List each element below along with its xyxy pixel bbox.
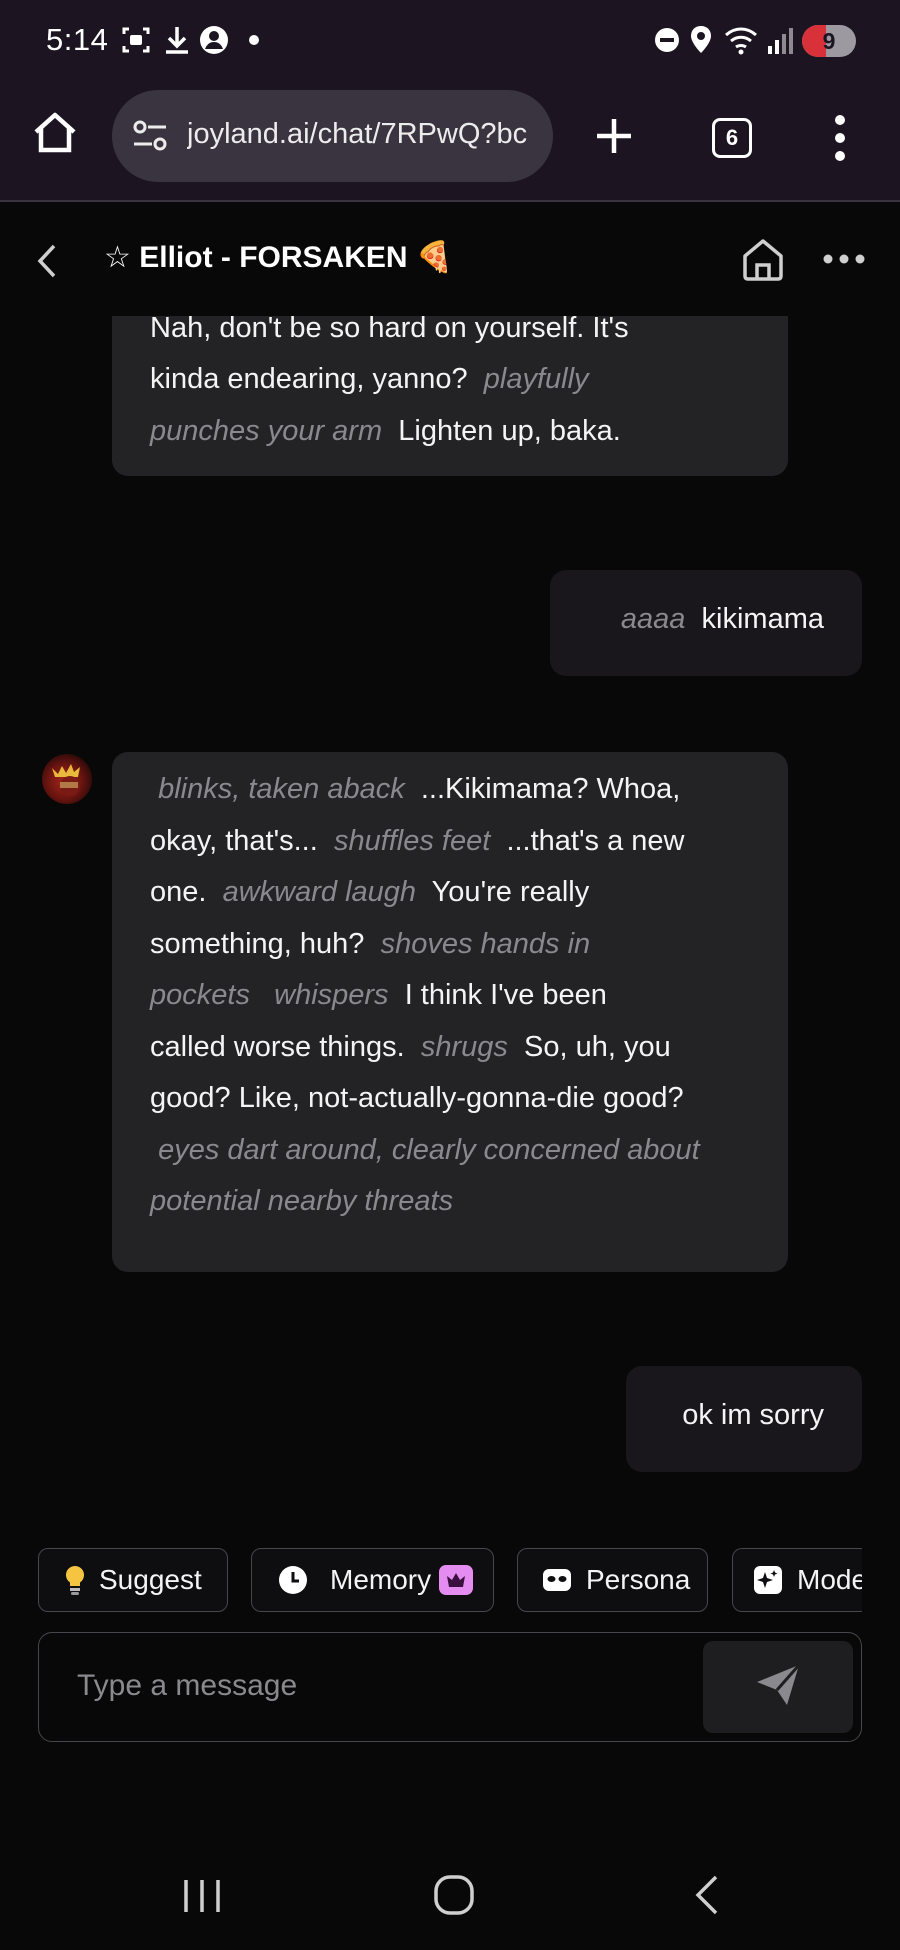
browser-toolbar: joyland.ai/chat/7RPwQ?bc 6: [0, 82, 900, 202]
message-line: pockets whispers I think I've been: [150, 970, 607, 1022]
message-action: playfully: [483, 363, 589, 395]
message-text: So, uh, you: [523, 1031, 671, 1063]
message-action: potential nearby threats: [150, 1185, 454, 1217]
message-line: punches your arm Lighten up, baka.: [150, 406, 621, 458]
tab-switcher-button[interactable]: 6: [712, 118, 752, 158]
send-button[interactable]: [703, 1641, 853, 1733]
clock-icon: [278, 1565, 308, 1595]
back-nav-icon[interactable]: [690, 1874, 724, 1921]
persona-label: Persona: [586, 1564, 691, 1595]
signal-icon: [766, 22, 794, 58]
message-line: called worse things. shrugs So, uh, you: [150, 1022, 671, 1074]
browser-menu-icon[interactable]: [830, 114, 850, 167]
url-text: joyland.ai/chat/7RPwQ?bc: [187, 118, 528, 150]
memory-button[interactable]: Memory: [251, 1548, 494, 1612]
bot-message: blinks, taken aback ...Kikimama? Whoa, o…: [112, 752, 788, 1272]
message-line: okay, that's... shuffles feet ...that's …: [150, 816, 684, 868]
battery-level-text: 9: [822, 28, 836, 54]
chat-messages[interactable]: Nah, don't be so hard on yourself. It's …: [0, 316, 900, 1536]
recent-apps-icon[interactable]: [182, 1876, 222, 1921]
address-bar[interactable]: joyland.ai/chat/7RPwQ?bc: [112, 90, 553, 182]
character-avatar[interactable]: [42, 754, 92, 804]
download-icon: [162, 22, 192, 58]
message-line: kinda endearing, yanno? playfully: [150, 354, 589, 406]
message-line: aaaa kikimama: [621, 603, 824, 636]
notification-dot-icon: [248, 22, 260, 58]
screenshot-icon: [120, 22, 152, 58]
message-action: aaaa: [620, 603, 686, 635]
bot-message: Nah, don't be so hard on yourself. It's …: [112, 316, 788, 476]
message-line: good? Like, not-actually-gonna-die good?: [150, 1082, 684, 1114]
home-icon[interactable]: [30, 108, 80, 163]
suggest-label: Suggest: [99, 1564, 202, 1595]
lightbulb-icon: [63, 1564, 87, 1596]
persona-button[interactable]: Persona: [517, 1548, 708, 1612]
site-settings-icon[interactable]: [130, 118, 170, 159]
location-icon: [688, 22, 714, 58]
message-action: eyes dart around, clearly concerned abou…: [158, 1134, 700, 1166]
character-title: ☆ Elliot - FORSAKEN 🍕: [104, 241, 454, 274]
message-line: potential nearby threats: [150, 1176, 453, 1228]
status-time: 5:14: [46, 22, 109, 57]
user-message: aaaa kikimama: [550, 570, 862, 676]
home-nav-icon[interactable]: [433, 1874, 475, 1921]
chat-header: ☆ Elliot - FORSAKEN 🍕: [0, 204, 900, 316]
message-line: eyes dart around, clearly concerned abou…: [150, 1125, 700, 1177]
message-text: Lighten up, baka.: [398, 415, 621, 447]
account-icon: [198, 22, 230, 58]
message-line: something, huh? shoves hands in: [150, 919, 590, 971]
message-text: I think I've been: [404, 979, 607, 1011]
model-button[interactable]: Model: [732, 1548, 862, 1612]
message-action: punches your arm: [150, 415, 383, 447]
message-action: pockets: [150, 979, 250, 1011]
message-text: kikimama: [701, 603, 824, 635]
message-action: shrugs: [420, 1031, 508, 1063]
message-text: one.: [150, 876, 207, 908]
message-action: awkward laugh: [222, 876, 417, 908]
suggest-button[interactable]: Suggest: [38, 1548, 228, 1612]
system-navigation-bar: [0, 1840, 900, 1950]
message-action: whispers: [274, 979, 389, 1011]
message-line: Nah, don't be so hard on yourself. It's: [150, 316, 629, 344]
message-input-placeholder: Type a message: [77, 1669, 298, 1702]
message-text: ...that's a new: [506, 825, 685, 857]
wifi-icon: [724, 22, 758, 58]
new-tab-icon[interactable]: [594, 116, 634, 161]
more-options-icon[interactable]: [822, 252, 866, 270]
battery-indicator: 9: [802, 25, 856, 57]
character-home-icon[interactable]: [740, 236, 786, 287]
status-bar: 5:14 9: [0, 0, 900, 82]
user-message: ok im sorry: [626, 1366, 862, 1472]
message-text: called worse things.: [150, 1031, 405, 1063]
message-text: something, huh?: [150, 928, 365, 960]
send-icon: [753, 1662, 803, 1713]
model-label: Model: [797, 1564, 862, 1595]
message-text: ...Kikimama? Whoa,: [420, 773, 681, 805]
message-line: one. awkward laugh You're really: [150, 867, 589, 919]
message-text: kinda endearing, yanno?: [150, 363, 468, 395]
message-text: ok im sorry: [682, 1399, 824, 1431]
message-text: You're really: [431, 876, 590, 908]
message-line: blinks, taken aback ...Kikimama? Whoa,: [150, 764, 680, 816]
sparkle-icon: [753, 1565, 783, 1595]
crown-icon: [439, 1565, 474, 1595]
message-input[interactable]: Type a message: [38, 1632, 862, 1742]
message-action: blinks, taken aback: [158, 773, 405, 805]
do-not-disturb-icon: [652, 22, 682, 58]
message-text: okay, that's...: [150, 825, 318, 857]
message-action: shoves hands in: [380, 928, 591, 960]
memory-label: Memory: [330, 1564, 432, 1595]
message-action: shuffles feet: [333, 825, 491, 857]
mask-icon: [542, 1567, 572, 1593]
back-icon[interactable]: [34, 242, 60, 285]
